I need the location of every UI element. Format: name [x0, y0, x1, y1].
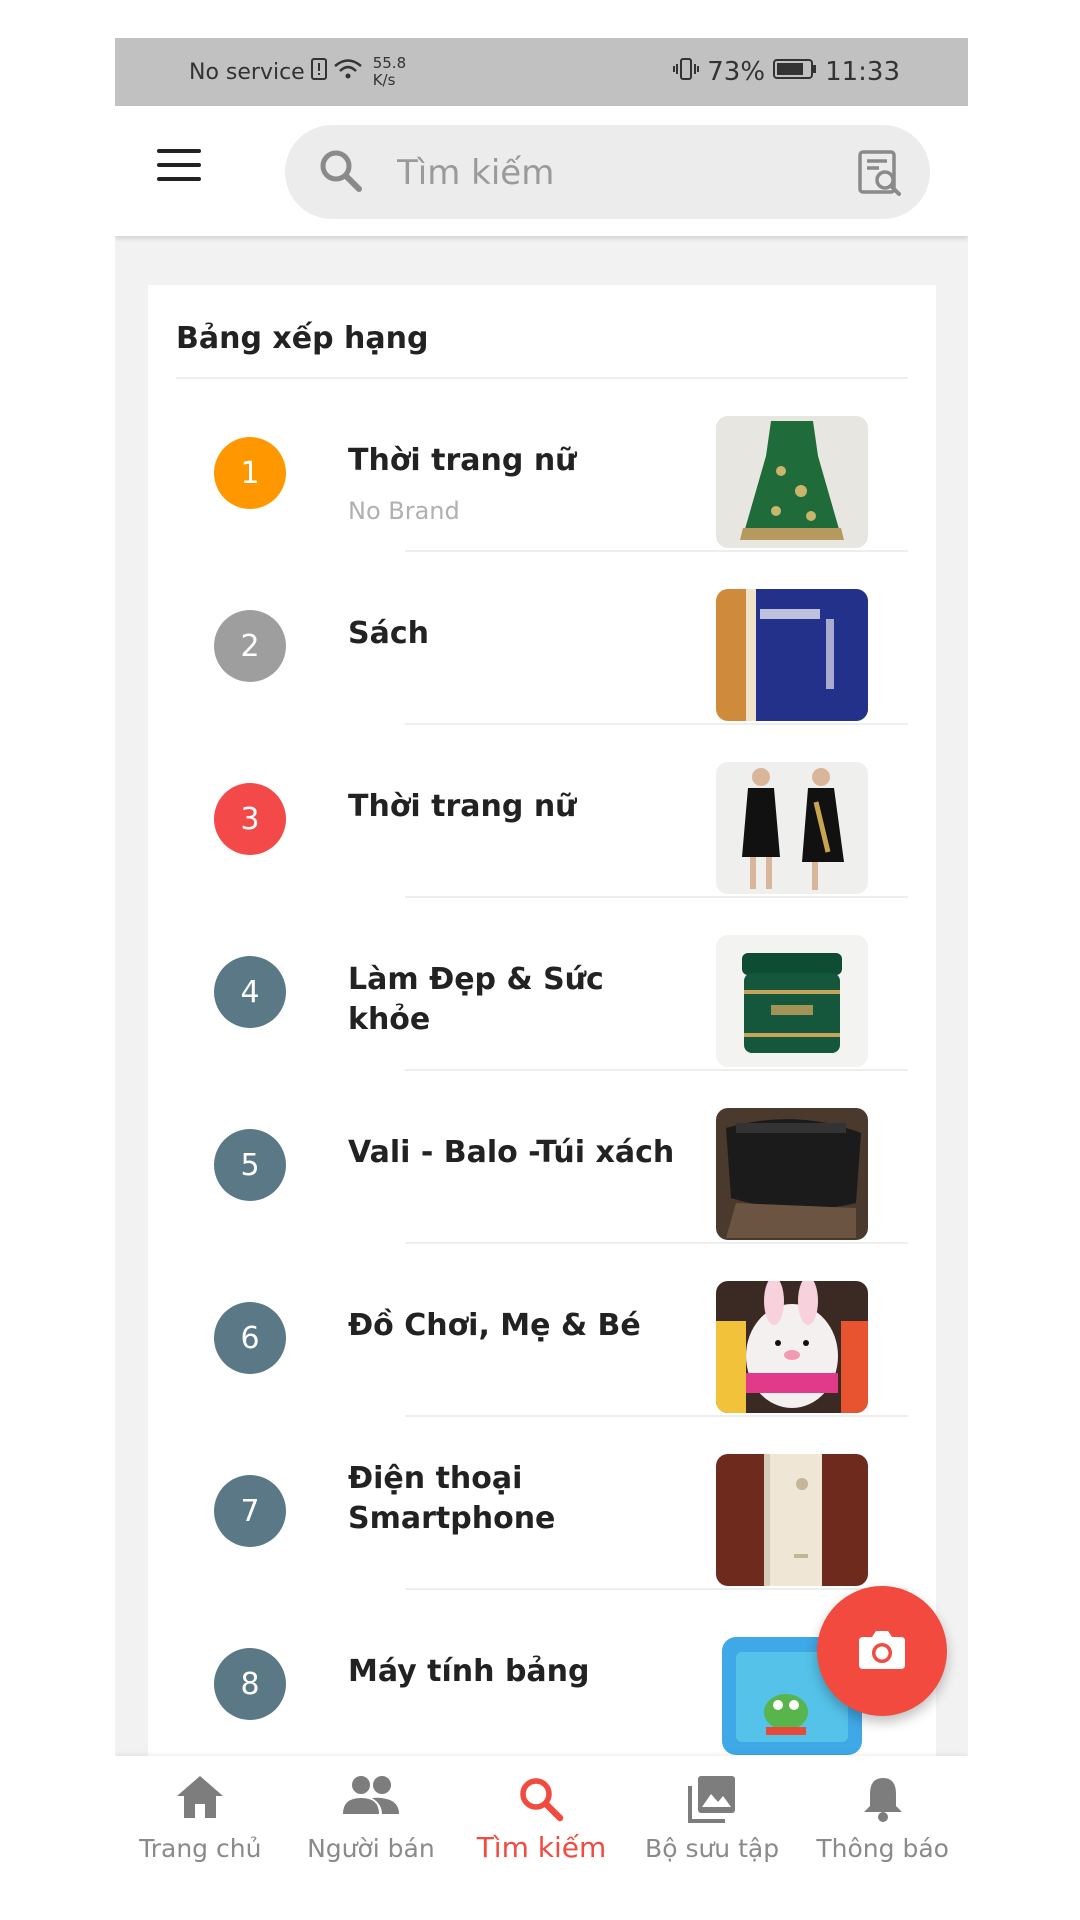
category-title: Vali - Balo -Túi xách: [348, 1135, 675, 1170]
search-input[interactable]: [395, 147, 839, 199]
camera-search-button[interactable]: [817, 1586, 947, 1716]
nav-label: Trang chủ: [139, 1834, 262, 1863]
product-thumbnail: [716, 1108, 868, 1240]
nav-home[interactable]: Trang chủ: [115, 1756, 286, 1880]
search-bar[interactable]: [285, 125, 930, 219]
product-thumbnail: [716, 416, 868, 548]
category-title: Làm Đẹp & Sức khỏe: [348, 962, 604, 1037]
category-title: Máy tính bảng: [348, 1654, 590, 1689]
list-item[interactable]: 1 Thời trang nữ No Brand: [148, 379, 936, 552]
rank-badge: 3: [214, 783, 286, 855]
list-item[interactable]: 8 Máy tính bảng: [148, 1590, 936, 1763]
product-thumbnail: [716, 935, 868, 1067]
network-speed: 55.8 K/s: [373, 55, 406, 89]
brand-subtitle: No Brand: [348, 497, 460, 525]
category-title: Sách: [348, 616, 429, 651]
category-title: Đồ Chơi, Mẹ & Bé: [348, 1308, 641, 1343]
product-thumbnail: [716, 1454, 868, 1586]
camera-icon: [857, 1628, 907, 1674]
category-title: Điện thoại Smartphone: [348, 1461, 556, 1536]
list-item[interactable]: 5 Vali - Balo -Túi xách: [148, 1071, 936, 1244]
sim-alert-icon: [310, 58, 327, 86]
vibrate-icon: [673, 57, 700, 88]
category-title: Thời trang nữ: [348, 789, 577, 824]
list-item[interactable]: 7 Điện thoại Smartphone: [148, 1417, 936, 1590]
nav-label: Bộ sưu tập: [645, 1834, 780, 1863]
image-search-icon[interactable]: [857, 149, 903, 201]
nav-label: Thông báo: [816, 1834, 949, 1863]
list-item[interactable]: 3 Thời trang nữ: [148, 725, 936, 898]
bottom-navigation: Trang chủ Người bán Tìm kiếm Bộ sưu tập …: [115, 1756, 968, 1880]
list-item[interactable]: 4 Làm Đẹp & Sức khỏe: [148, 898, 936, 1071]
card-title: Bảng xếp hạng: [176, 321, 429, 356]
bell-icon: [861, 1774, 905, 1826]
nav-label: Tìm kiếm: [476, 1831, 607, 1864]
top-app-bar: [115, 106, 968, 236]
rank-badge: 5: [214, 1129, 286, 1201]
app-screen: No service 55.8 K/s 73% 11:33 Tìm kiếm B…: [115, 38, 968, 1880]
clock: 11:33: [825, 57, 900, 87]
nav-search[interactable]: Tìm kiếm: [456, 1756, 627, 1880]
status-bar: No service 55.8 K/s 73% 11:33: [115, 38, 968, 106]
rank-badge: 6: [214, 1302, 286, 1374]
battery-icon: [773, 57, 817, 87]
ranking-list: 1 Thời trang nữ No Brand 2 Sách 3 Thời t…: [148, 379, 936, 1763]
speed-value: 55.8: [372, 54, 407, 72]
nav-sellers[interactable]: Người bán: [286, 1756, 457, 1880]
carrier-text: No service: [189, 59, 305, 85]
home-icon: [175, 1774, 225, 1824]
rank-badge: 2: [214, 610, 286, 682]
product-thumbnail: [716, 589, 868, 721]
product-thumbnail: [716, 762, 868, 894]
collection-icon: [687, 1774, 737, 1828]
rank-badge: 8: [214, 1648, 286, 1720]
speed-unit: K/s: [372, 71, 396, 89]
rank-badge: 7: [214, 1475, 286, 1547]
category-title: Thời trang nữ: [348, 443, 577, 478]
people-icon: [342, 1774, 400, 1820]
battery-percent: 73%: [707, 57, 766, 87]
product-thumbnail: [716, 1281, 868, 1413]
list-item[interactable]: 6 Đồ Chơi, Mẹ & Bé: [148, 1244, 936, 1417]
rank-badge: 1: [214, 437, 286, 509]
hamburger-icon[interactable]: [157, 149, 201, 183]
search-icon: [516, 1774, 566, 1828]
nav-collection[interactable]: Bộ sưu tập: [627, 1756, 798, 1880]
list-item[interactable]: 2 Sách: [148, 552, 936, 725]
nav-label: Người bán: [307, 1834, 435, 1863]
rank-badge: 4: [214, 956, 286, 1028]
nav-notifications[interactable]: Thông báo: [797, 1756, 968, 1880]
wifi-icon: [333, 58, 363, 86]
search-icon: [317, 147, 365, 199]
ranking-card: Bảng xếp hạng 1 Thời trang nữ No Brand 2…: [148, 285, 936, 1765]
